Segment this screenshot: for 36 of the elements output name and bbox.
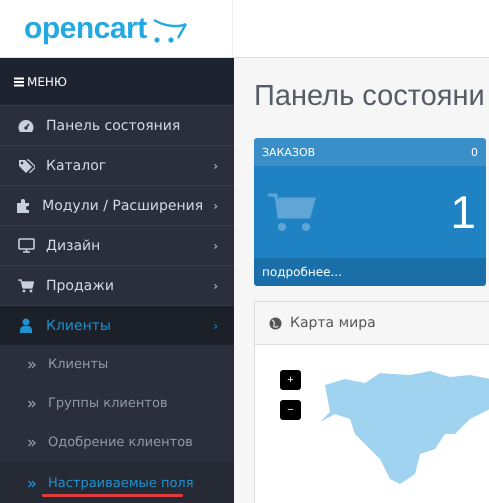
zoom-out-button[interactable]: − — [280, 400, 301, 420]
chevron-icon: › — [213, 278, 218, 292]
monitor-icon — [18, 238, 34, 253]
cart-icon — [18, 278, 34, 292]
cart-icon — [268, 192, 316, 232]
menu-icon[interactable] — [14, 76, 24, 86]
submenu-item[interactable]: Одобрение клиентов — [0, 423, 234, 462]
chevron-icon: › — [213, 238, 218, 252]
tile-percent: 0 — [471, 146, 478, 158]
menu-item[interactable]: Панель состояния — [0, 105, 234, 145]
tags-icon — [18, 158, 34, 172]
submenu-item[interactable]: Настраиваемые поля — [0, 462, 234, 503]
menu-item[interactable]: Каталог › — [0, 145, 234, 185]
panel-title: Карта мира — [290, 315, 376, 331]
double-chevron-icon — [28, 438, 36, 446]
zoom-in-button[interactable]: + — [280, 370, 301, 390]
tile-title: ЗАКАЗОВ — [262, 146, 316, 158]
submenu-item[interactable]: Группы клиентов — [0, 384, 234, 423]
logo-text: opencart — [24, 14, 147, 44]
menu-title: МЕНЮ — [27, 74, 67, 88]
submenu-item[interactable]: Клиенты — [0, 345, 234, 384]
double-chevron-icon — [28, 480, 36, 488]
chevron-icon: › — [213, 198, 218, 212]
chevron-icon: › — [213, 158, 218, 172]
tile-value: 1 — [450, 185, 476, 239]
double-chevron-icon — [28, 360, 36, 368]
globe-icon — [269, 316, 282, 330]
menu-item[interactable]: Клиенты › — [0, 305, 234, 345]
menu-item[interactable]: Модули / Расширения › — [0, 185, 234, 225]
more-link[interactable]: подробнее... — [262, 265, 342, 279]
double-chevron-icon — [28, 400, 36, 408]
user-icon — [19, 318, 33, 333]
dashboard-icon — [18, 118, 34, 132]
menu-item[interactable]: Дизайн › — [0, 225, 234, 265]
chevron-icon: › — [213, 318, 218, 332]
page-title: Панель состояни — [254, 79, 486, 114]
